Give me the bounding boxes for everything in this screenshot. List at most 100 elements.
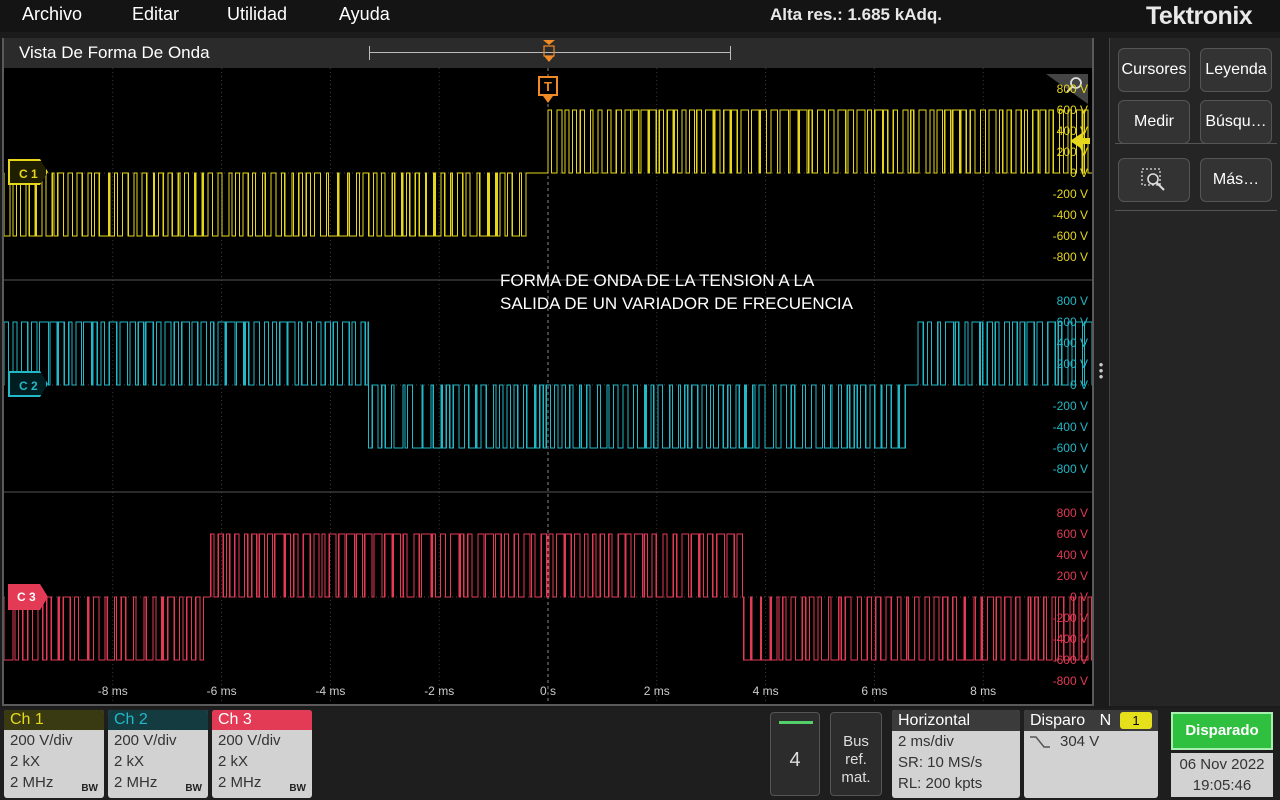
horizontal-badge[interactable]: Horizontal 2 ms/div SR: 10 MS/s RL: 200 …: [892, 710, 1020, 798]
mas-button[interactable]: Más…: [1200, 158, 1272, 202]
menu-utilidad[interactable]: Utilidad: [227, 4, 287, 25]
ch1-badge[interactable]: Ch 1 200 V/div 2 kX 2 MHz BW: [4, 710, 104, 798]
time-axis-label: 6 ms: [861, 684, 888, 698]
ch2-badge-title: Ch 2: [108, 710, 208, 730]
ch3-axis-label: -400 V: [1052, 632, 1088, 646]
busqueda-button[interactable]: Búsqu…: [1200, 100, 1272, 144]
ch2-scale: 200 V/div: [114, 732, 177, 749]
ch1-axis-label: 0 V: [1069, 166, 1088, 180]
bandwidth-limit-icon: BW: [289, 783, 306, 794]
ch2-axis-label: 200 V: [1056, 357, 1088, 371]
ch1-axis-label: -800 V: [1052, 250, 1088, 264]
ch1-label-tag[interactable]: C 1: [8, 159, 48, 185]
ch2-axis-label: -400 V: [1052, 420, 1088, 434]
trigger-mode: N: [1099, 712, 1112, 729]
ch3-axis-label: 0 V: [1069, 590, 1088, 604]
ch2-label-tag[interactable]: C 2: [8, 371, 48, 397]
zoom-box-icon: [1141, 168, 1165, 191]
waveform-plot[interactable]: T FORMA DE ONDA DE LA TENSION A LA SALID…: [4, 68, 1092, 704]
ch1-axis-label: 600 V: [1056, 103, 1088, 117]
ch3-impedance: 2 kX: [218, 753, 249, 770]
bandwidth-limit-icon: BW: [81, 783, 98, 794]
side-panel: Cursores Leyenda Medir Búsqu… Más…: [1109, 38, 1280, 706]
horizontal-sample-rate: SR: 10 MS/s: [898, 754, 983, 771]
ch1-scale: 200 V/div: [10, 732, 73, 749]
ch1-axis-label: 200 V: [1056, 145, 1088, 159]
trigger-marker-label: T: [544, 79, 552, 94]
ch1-impedance: 2 kX: [10, 753, 41, 770]
annotation-line-2: SALIDA DE UN VARIADOR DE FRECUENCIA: [500, 294, 853, 313]
ch3-axis-label: -200 V: [1052, 611, 1088, 625]
bus-ref-line3: mat.: [841, 769, 871, 786]
time-axis-label: 2 ms: [643, 684, 670, 698]
ch1-axis-label: 800 V: [1056, 82, 1088, 96]
trigger-title: Disparo: [1030, 712, 1086, 729]
side-divider: [1115, 210, 1277, 211]
medir-button[interactable]: Medir: [1118, 100, 1190, 144]
ch3-badge[interactable]: Ch 3 200 V/div 2 kX 2 MHz BW: [212, 710, 312, 798]
horizontal-record-length: RL: 200 kpts: [898, 775, 983, 792]
menu-editar[interactable]: Editar: [132, 4, 179, 25]
ch1-axis-label: 400 V: [1056, 124, 1088, 138]
ch2-axis-label: 400 V: [1056, 336, 1088, 350]
waveform-annotation: FORMA DE ONDA DE LA TENSION A LA SALIDA …: [500, 269, 853, 315]
trigger-badge[interactable]: Disparo N 1 304 V: [1024, 710, 1158, 798]
ch1-badge-title: Ch 1: [4, 710, 104, 730]
bus-ref-line1: Bus: [843, 733, 869, 750]
side-divider: [1115, 143, 1277, 144]
ch3-axis-label: 600 V: [1056, 527, 1088, 541]
brand-logo: Tektronix: [1146, 2, 1253, 30]
ch2-badge[interactable]: Ch 2 200 V/div 2 kX 2 MHz BW: [108, 710, 208, 798]
date-time-display[interactable]: 06 Nov 2022 19:05:46: [1171, 753, 1273, 797]
annotation-line-1: FORMA DE ONDA DE LA TENSION A LA: [500, 271, 815, 290]
waveform-view-title: Vista De Forma De Onda: [19, 43, 210, 62]
time-axis-label: 0 s: [539, 684, 556, 698]
waveform-trace-1: [4, 109, 1092, 237]
acquisition-status[interactable]: Alta res.: 1.685 kAdq.: [770, 5, 942, 25]
trigger-state-button[interactable]: Disparado: [1171, 712, 1273, 750]
rising-edge-icon: [1030, 736, 1050, 748]
bus-ref-line2: ref.: [845, 751, 867, 768]
ch1-axis-label: -600 V: [1052, 229, 1088, 243]
ch1-bandwidth-row: 2 MHz BW: [4, 772, 104, 794]
ch3-axis-label: -800 V: [1052, 674, 1088, 688]
leyenda-button[interactable]: Leyenda: [1200, 48, 1272, 92]
ch2-impedance: 2 kX: [114, 753, 145, 770]
time-axis-label: -2 ms: [424, 684, 455, 698]
waveform-view-header: Vista De Forma De Onda: [4, 38, 1092, 68]
drag-handle-icon[interactable]: • • •: [1097, 358, 1105, 383]
add-channel-4-button[interactable]: 4: [770, 712, 820, 796]
trigger-level-row: 304 V: [1024, 731, 1158, 752]
trigger-position-icon[interactable]: T: [538, 76, 558, 104]
time-axis-label: -8 ms: [97, 684, 128, 698]
trigger-source: 1: [1120, 712, 1152, 729]
add-channel-number: 4: [789, 749, 801, 771]
time-axis-label: 8 ms: [970, 684, 997, 698]
ch3-label-tag[interactable]: C 3: [8, 584, 48, 610]
ch2-bandwidth-row: 2 MHz BW: [108, 772, 208, 794]
time-axis-label: -6 ms: [206, 684, 237, 698]
ch2-bandwidth: 2 MHz: [114, 774, 158, 791]
trigger-title-row: Disparo N 1: [1024, 710, 1158, 731]
bandwidth-limit-icon: BW: [185, 783, 202, 794]
ch1-axis-label: -400 V: [1052, 208, 1088, 222]
ch1-bandwidth: 2 MHz: [10, 774, 54, 791]
ch2-axis-label: 800 V: [1056, 294, 1088, 308]
time-axis-label: -4 ms: [315, 684, 346, 698]
ch3-bandwidth: 2 MHz: [218, 774, 262, 791]
cursores-button[interactable]: Cursores: [1118, 48, 1190, 92]
ch1-axis-label: -200 V: [1052, 187, 1088, 201]
menu-archivo[interactable]: Archivo: [22, 4, 82, 25]
waveform-view[interactable]: Vista De Forma De Onda T FORMA DE ONDA D…: [2, 38, 1094, 706]
date: 06 Nov 2022: [1179, 756, 1265, 773]
zoom-select-button[interactable]: [1118, 158, 1190, 202]
bus-ref-math-button[interactable]: Bus ref. mat.: [830, 712, 882, 796]
time: 19:05:46: [1192, 777, 1252, 794]
ch2-axis-label: -200 V: [1052, 399, 1088, 413]
ch3-axis-label: 800 V: [1056, 506, 1088, 520]
trigger-level: 304 V: [1060, 733, 1100, 750]
ch2-axis-label: 600 V: [1056, 315, 1088, 329]
ch3-axis-label: 400 V: [1056, 548, 1088, 562]
menu-ayuda[interactable]: Ayuda: [339, 4, 390, 25]
ch2-axis-label: -800 V: [1052, 462, 1088, 476]
